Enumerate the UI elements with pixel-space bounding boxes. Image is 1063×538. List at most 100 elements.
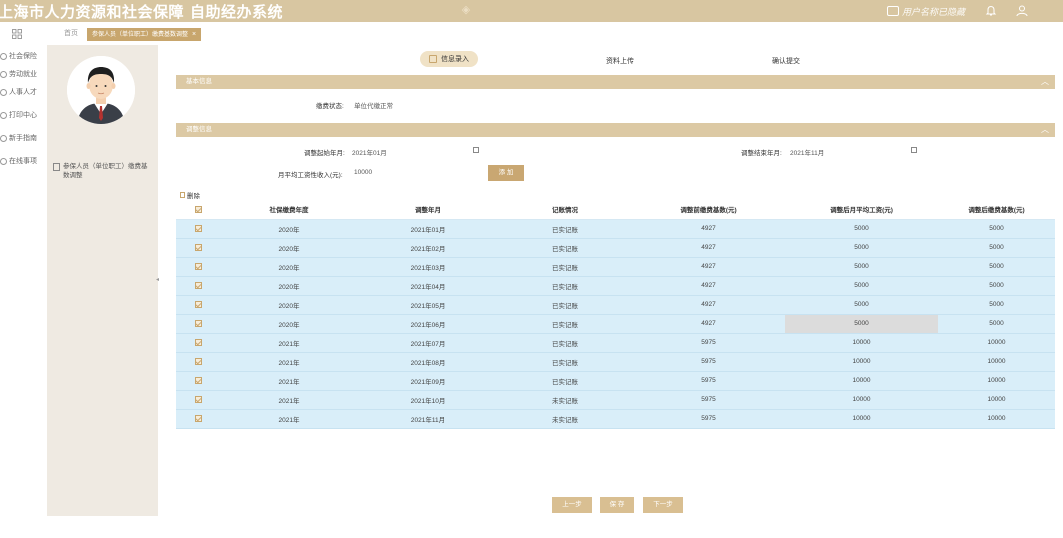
table-cell: 5000 <box>938 238 1055 258</box>
step-progress: 信息录入 资料上传 确认提交 <box>170 45 1055 73</box>
section-basic-info[interactable]: 基本信息 ︿ <box>176 75 1055 89</box>
save-button[interactable]: 保 存 <box>600 497 634 513</box>
clock-icon <box>0 157 7 165</box>
table-cell: 已实记账 <box>498 371 632 391</box>
app-header: 上海市人力资源和社会保障 自助经办系统 ◈ 用户名称已隐藏 <box>0 0 1063 22</box>
collapse-arrow-icon[interactable]: ◂ <box>156 276 160 283</box>
row-checkbox[interactable] <box>176 257 220 277</box>
table-cell[interactable]: 5000 <box>785 314 938 334</box>
table-cell[interactable]: 5000 <box>785 219 938 239</box>
table-cell: 已实记账 <box>498 257 632 277</box>
table-cell[interactable]: 10000 <box>785 352 938 372</box>
bell-icon[interactable] <box>985 5 997 17</box>
profile-item-adjust[interactable]: 参保人员（单位职工）缴费基数调整 <box>53 162 153 180</box>
table-cell: 5000 <box>938 276 1055 296</box>
profile-panel: 参保人员（单位职工）缴费基数调整 <box>47 45 158 516</box>
trash-icon <box>180 192 185 198</box>
nav-item-social-insurance[interactable]: 社会保险 <box>0 50 46 62</box>
next-step-button[interactable]: 下一步 <box>643 497 683 513</box>
chevron-up-icon[interactable]: ︿ <box>1041 123 1049 137</box>
profile-item-label: 参保人员（单位职工）缴费基数调整 <box>63 163 148 179</box>
row-checkbox[interactable] <box>176 238 220 258</box>
delete-button[interactable]: 删除 <box>180 190 200 200</box>
table-cell: 10000 <box>938 390 1055 410</box>
close-icon[interactable]: × <box>192 31 196 38</box>
table-cell: 4927 <box>632 257 785 277</box>
add-button[interactable]: 添 加 <box>488 165 524 181</box>
table-row[interactable]: 2020年 2021年06月 已实记账 4927 5000 5000 <box>176 314 1055 334</box>
select-all-checkbox[interactable] <box>176 200 220 220</box>
end-month-input[interactable]: 2021年11月 <box>790 147 824 157</box>
grid-menu-icon[interactable] <box>12 29 22 39</box>
table-cell: 已实记账 <box>498 219 632 239</box>
step-upload[interactable]: 资料上传 <box>606 56 634 66</box>
prev-step-button[interactable]: 上一步 <box>552 497 592 513</box>
monitor-icon <box>886 6 899 16</box>
step-info-entry[interactable]: 信息录入 <box>420 51 478 67</box>
user-menu[interactable]: 用户名称已隐藏 <box>886 5 965 18</box>
document-icon <box>53 163 60 171</box>
tab-home[interactable]: 首页 <box>64 28 78 40</box>
table-row[interactable]: 2020年 2021年05月 已实记账 4927 5000 5000 <box>176 295 1055 315</box>
row-checkbox[interactable] <box>176 314 220 334</box>
table-cell[interactable]: 5000 <box>785 238 938 258</box>
income-input[interactable]: 10000 <box>354 169 372 176</box>
table-cell[interactable]: 5000 <box>785 295 938 315</box>
row-checkbox[interactable] <box>176 295 220 315</box>
calendar-icon[interactable] <box>911 147 917 153</box>
table-row[interactable]: 2020年 2021年01月 已实记账 4927 5000 5000 <box>176 219 1055 239</box>
nav-label: 打印中心 <box>9 112 37 119</box>
chevron-up-icon[interactable]: ︿ <box>1041 75 1049 89</box>
row-checkbox[interactable] <box>176 371 220 391</box>
app-subtitle: 自助经办系统 <box>190 3 284 21</box>
shield-icon <box>0 52 7 60</box>
person-icon[interactable] <box>1015 4 1029 18</box>
row-checkbox[interactable] <box>176 390 220 410</box>
row-checkbox[interactable] <box>176 219 220 239</box>
section-adjust-info[interactable]: 调整信息 ︿ <box>176 123 1055 137</box>
main-content: 信息录入 资料上传 确认提交 基本信息 ︿ 缴费状态: 单位代缴正常 调整信息 … <box>170 45 1055 516</box>
table-cell[interactable]: 5000 <box>785 257 938 277</box>
table-row[interactable]: 2020年 2021年04月 已实记账 4927 5000 5000 <box>176 276 1055 296</box>
start-month-input[interactable]: 2021年01月 <box>352 147 387 157</box>
row-checkbox[interactable] <box>176 276 220 296</box>
nav-item-print[interactable]: 打印中心 <box>0 109 46 121</box>
header-logo-icon: ◈ <box>461 4 471 16</box>
table-cell: 2021年04月 <box>358 276 498 296</box>
table-cell: 5975 <box>632 409 785 429</box>
step-confirm[interactable]: 确认提交 <box>772 56 800 66</box>
app-title-text: 上海市人力资源和社会保障 <box>0 3 185 21</box>
table-cell[interactable]: 10000 <box>785 333 938 353</box>
table-row[interactable]: 2020年 2021年02月 已实记账 4927 5000 5000 <box>176 238 1055 258</box>
nav-item-guide[interactable]: 新手指南 <box>0 132 46 144</box>
row-checkbox[interactable] <box>176 352 220 372</box>
table-cell[interactable]: 10000 <box>785 371 938 391</box>
row-checkbox[interactable] <box>176 333 220 353</box>
table-row[interactable]: 2021年 2021年11月 未实记账 5975 10000 10000 <box>176 409 1055 429</box>
col-header: 记账情况 <box>498 200 632 220</box>
table-cell: 2021年10月 <box>358 390 498 410</box>
table-cell: 4927 <box>632 276 785 296</box>
calendar-icon[interactable] <box>473 147 479 153</box>
start-month-label: 调整起始年月: <box>304 150 345 157</box>
table-cell[interactable]: 10000 <box>785 390 938 410</box>
nav-item-talent[interactable]: 人事人才 <box>0 86 46 98</box>
table-cell: 2021年07月 <box>358 333 498 353</box>
tab-contribution-adjust[interactable]: 参保人员（单位职工）缴费基数调整 × <box>87 28 202 41</box>
nav-item-online[interactable]: 在线事项 <box>0 155 46 167</box>
table-row[interactable]: 2021年 2021年08月 已实记账 5975 10000 10000 <box>176 352 1055 372</box>
table-cell: 2021年02月 <box>358 238 498 258</box>
table-row[interactable]: 2021年 2021年07月 已实记账 5975 10000 10000 <box>176 333 1055 353</box>
table-cell: 2020年 <box>220 257 358 277</box>
table-row[interactable]: 2021年 2021年10月 未实记账 5975 10000 10000 <box>176 390 1055 410</box>
table-row[interactable]: 2020年 2021年03月 已实记账 4927 5000 5000 <box>176 257 1055 277</box>
table-cell[interactable]: 10000 <box>785 409 938 429</box>
table-cell[interactable]: 5000 <box>785 276 938 296</box>
table-cell: 未实记账 <box>498 409 632 429</box>
row-checkbox[interactable] <box>176 409 220 429</box>
table-cell: 5000 <box>938 295 1055 315</box>
table-row[interactable]: 2021年 2021年09月 已实记账 5975 10000 10000 <box>176 371 1055 391</box>
tab-active-label: 参保人员（单位职工）缴费基数调整 <box>92 32 189 38</box>
nav-item-employment[interactable]: 劳动就业 <box>0 68 46 80</box>
user-name: 用户名称已隐藏 <box>901 6 965 17</box>
